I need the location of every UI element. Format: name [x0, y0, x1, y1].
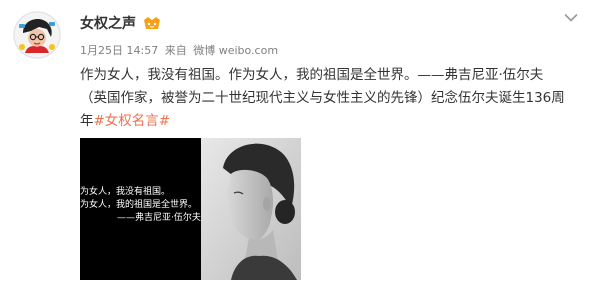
source-prefix: 来自	[164, 44, 187, 57]
source-name[interactable]: 微博 weibo.com	[193, 44, 278, 57]
content-line: 年#女权名言#	[80, 110, 585, 133]
quote-panel: 为女人，我没有祖国。 为女人，我的祖国是全世界。 ——弗吉尼亚·伍尔夫	[80, 138, 201, 280]
post-content: 作为女人，我没有祖国。作为女人，我的祖国是全世界。——弗吉尼亚·伍尔夫 （英国作…	[80, 64, 585, 133]
content-text: 年	[80, 113, 94, 129]
quote-signature: ——弗吉尼亚·伍尔夫	[117, 213, 201, 223]
image-quote: 为女人，我没有祖国。 为女人，我的祖国是全世界。 ——弗吉尼亚·伍尔夫	[80, 186, 201, 225]
weibo-post: 女权之声 1月25日 14:57 来自 微博 weibo.com 作为女人，我没…	[0, 0, 593, 281]
avatar-cartoon-icon	[13, 11, 61, 59]
quote-line: 为女人，我的祖国是全世界。	[80, 200, 198, 210]
content-line: （英国作家，被誉为二十世纪现代主义与女性主义的先锋）纪念伍尔夫诞生136周	[80, 90, 565, 106]
post-meta: 1月25日 14:57 来自 微博 weibo.com	[80, 44, 278, 58]
portrait-photo	[201, 138, 301, 280]
post-image[interactable]: 为女人，我没有祖国。 为女人，我的祖国是全世界。 ——弗吉尼亚·伍尔夫	[80, 138, 301, 280]
content-line: 作为女人，我没有祖国。作为女人，我的祖国是全世界。——弗吉尼亚·伍尔夫	[80, 67, 544, 83]
post-date[interactable]: 1月25日 14:57	[80, 44, 158, 57]
username[interactable]: 女权之声	[80, 15, 136, 33]
chevron-down-icon[interactable]	[564, 13, 578, 23]
vip-badge-icon[interactable]	[142, 15, 162, 31]
hashtag-link[interactable]: #女权名言#	[94, 113, 171, 129]
quote-line: 为女人，我没有祖国。	[80, 187, 171, 197]
avatar[interactable]	[13, 11, 61, 59]
